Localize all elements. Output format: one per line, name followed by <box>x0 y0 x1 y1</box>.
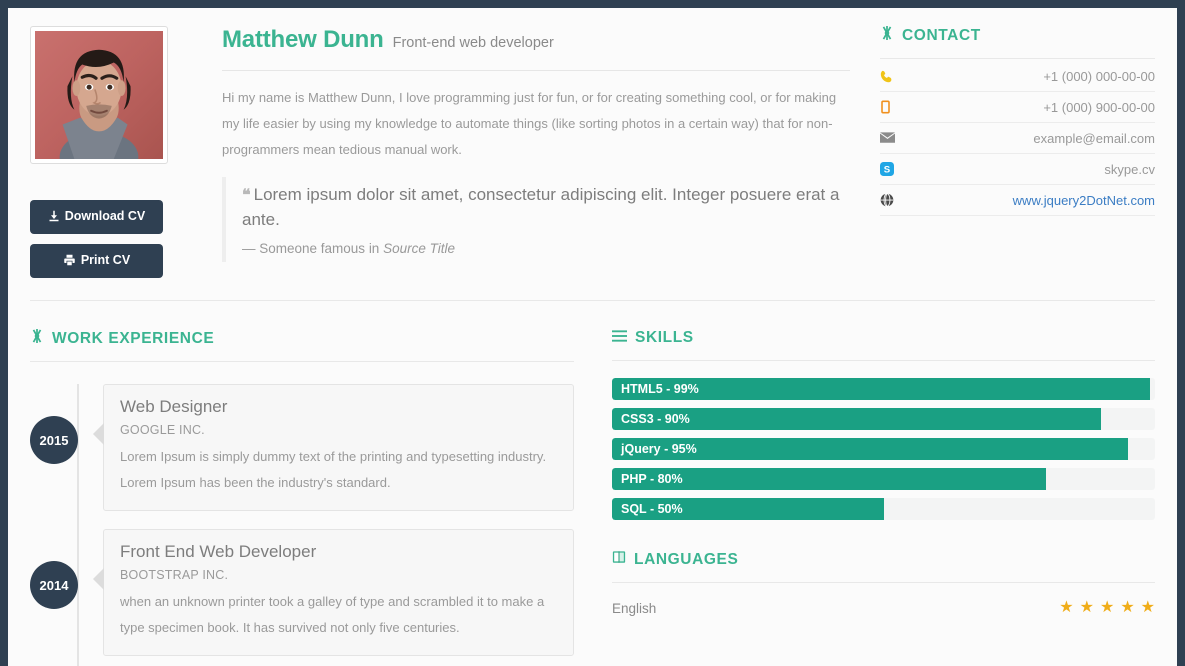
profile-section: Download CV Print CV Matthew Dunn Front-… <box>8 8 1177 278</box>
timeline-card: Web Designer GOOGLE INC. Lorem Ipsum is … <box>103 384 574 511</box>
job-company: GOOGLE INC. <box>120 423 557 437</box>
languages-heading: LANGUAGES <box>612 550 1155 569</box>
contact-divider <box>880 58 1155 59</box>
download-cv-label: Download CV <box>65 209 146 223</box>
skill-row: HTML5 - 99% <box>612 378 1155 400</box>
download-cv-button[interactable]: Download CV <box>30 200 163 234</box>
quote-source: — Someone famous in Source Title <box>242 241 850 256</box>
timeline-year-badge: 2015 <box>30 416 78 464</box>
language-row: English ★ ★ ★ ★ ★ <box>612 600 1155 616</box>
name-divider <box>222 70 850 71</box>
svg-text:S: S <box>884 165 891 176</box>
skill-bar-track: HTML5 - 99% <box>612 378 1155 400</box>
asterisk-icon <box>30 329 44 348</box>
website-link[interactable]: www.jquery2DotNet.com <box>1013 193 1155 208</box>
page-title: Matthew Dunn <box>222 26 384 54</box>
work-divider <box>30 361 574 362</box>
languages-heading-label: LANGUAGES <box>634 551 738 569</box>
job-title: Front End Web Developer <box>120 542 557 562</box>
timeline-item: 2015 Web Designer GOOGLE INC. Lorem Ipsu… <box>30 384 574 511</box>
job-description: Lorem Ipsum is simply dummy text of the … <box>120 444 557 496</box>
book-icon <box>612 550 626 569</box>
skills-heading-label: SKILLS <box>635 329 694 347</box>
skill-row: jQuery - 95% <box>612 438 1155 460</box>
envelope-icon <box>880 132 902 144</box>
quote-text: Lorem ipsum dolor sit amet, consectetur … <box>242 185 839 229</box>
skill-label: PHP - 80% <box>621 468 683 490</box>
timeline-year-badge: 2014 <box>30 561 78 609</box>
quote-mark-icon: ❝ <box>242 187 251 204</box>
print-cv-button[interactable]: Print CV <box>30 244 163 278</box>
contact-value-mobile: +1 (000) 900-00-00 <box>902 100 1155 115</box>
skill-row: SQL - 50% <box>612 498 1155 520</box>
skill-row: PHP - 80% <box>612 468 1155 490</box>
contact-row-mobile: +1 (000) 900-00-00 <box>880 92 1155 123</box>
work-heading: WORK EXPERIENCE <box>30 329 574 348</box>
skill-label: HTML5 - 99% <box>621 378 699 400</box>
info-column: Matthew Dunn Front-end web developer Hi … <box>192 26 880 278</box>
star-icon: ★ <box>1100 600 1114 616</box>
skill-label: SQL - 50% <box>621 498 683 520</box>
quote-text-row: ❝Lorem ipsum dolor sit amet, consectetur… <box>242 183 850 232</box>
contact-row-email: example@email.com <box>880 123 1155 154</box>
contact-heading-label: CONTACT <box>902 27 981 45</box>
download-icon <box>48 210 60 225</box>
mobile-icon <box>880 100 902 114</box>
contact-list: +1 (000) 000-00-00 +1 (000) 900-00-00 <box>880 61 1155 216</box>
profile-photo-frame <box>30 26 168 164</box>
lower-section: WORK EXPERIENCE 2015 Web Designer GOOGLE… <box>8 301 1177 666</box>
skill-bar-track: PHP - 80% <box>612 468 1155 490</box>
contact-value-website[interactable]: www.jquery2DotNet.com <box>902 193 1155 208</box>
skills-languages-column: SKILLS HTML5 - 99% CSS3 - 90% <box>600 329 1155 666</box>
job-company: BOOTSTRAP INC. <box>120 568 557 582</box>
job-description: when an unknown printer took a galley of… <box>120 589 557 641</box>
contact-row-skype: S skype.cv <box>880 154 1155 185</box>
star-icon: ★ <box>1120 600 1134 616</box>
star-icon: ★ <box>1059 600 1073 616</box>
work-experience-section: WORK EXPERIENCE 2015 Web Designer GOOGLE… <box>30 329 600 666</box>
asterisk-icon <box>880 26 894 45</box>
timeline-item: 2014 Front End Web Developer BOOTSTRAP I… <box>30 529 574 656</box>
skill-bar-track: jQuery - 95% <box>612 438 1155 460</box>
skill-label: CSS3 - 90% <box>621 408 690 430</box>
avatar <box>35 31 163 159</box>
contact-value-email: example@email.com <box>902 131 1155 146</box>
contact-heading: CONTACT <box>880 26 1155 45</box>
timeline-card: Front End Web Developer BOOTSTRAP INC. w… <box>103 529 574 656</box>
contact-value-skype: skype.cv <box>902 162 1155 177</box>
star-icon: ★ <box>1080 600 1094 616</box>
skills-heading: SKILLS <box>612 329 1155 347</box>
language-name: English <box>612 601 1059 616</box>
globe-icon <box>880 193 902 207</box>
print-cv-label: Print CV <box>81 253 130 267</box>
job-role: Front-end web developer <box>393 35 554 51</box>
list-icon <box>612 329 627 347</box>
star-icon: ★ <box>1141 600 1155 616</box>
quote-author: — Someone famous in <box>242 241 383 256</box>
skills-list: HTML5 - 99% CSS3 - 90% jQuery - 95% <box>612 378 1155 520</box>
skill-bar-track: CSS3 - 90% <box>612 408 1155 430</box>
bio-text: Hi my name is Matthew Dunn, I love progr… <box>222 85 850 163</box>
languages-divider <box>612 582 1155 583</box>
contact-section: CONTACT +1 (000) 000-00-00 <box>880 26 1155 278</box>
printer-icon <box>63 254 76 269</box>
name-line: Matthew Dunn Front-end web developer <box>222 26 850 54</box>
phone-icon <box>880 70 902 83</box>
cv-page: Download CV Print CV Matthew Dunn Front-… <box>8 8 1177 666</box>
skills-divider <box>612 360 1155 361</box>
contact-row-phone: +1 (000) 000-00-00 <box>880 61 1155 92</box>
work-heading-label: WORK EXPERIENCE <box>52 330 214 348</box>
job-title: Web Designer <box>120 397 557 417</box>
contact-row-website[interactable]: www.jquery2DotNet.com <box>880 185 1155 216</box>
skype-icon: S <box>880 162 902 176</box>
skill-bar-track: SQL - 50% <box>612 498 1155 520</box>
photo-column: Download CV Print CV <box>30 26 192 278</box>
skill-row: CSS3 - 90% <box>612 408 1155 430</box>
contact-value-phone: +1 (000) 000-00-00 <box>902 69 1155 84</box>
quote-source-title: Source Title <box>383 241 455 256</box>
work-timeline: 2015 Web Designer GOOGLE INC. Lorem Ipsu… <box>30 384 574 656</box>
skill-label: jQuery - 95% <box>621 438 697 460</box>
quote-block: ❝Lorem ipsum dolor sit amet, consectetur… <box>222 177 850 262</box>
language-rating: ★ ★ ★ ★ ★ <box>1059 600 1155 616</box>
